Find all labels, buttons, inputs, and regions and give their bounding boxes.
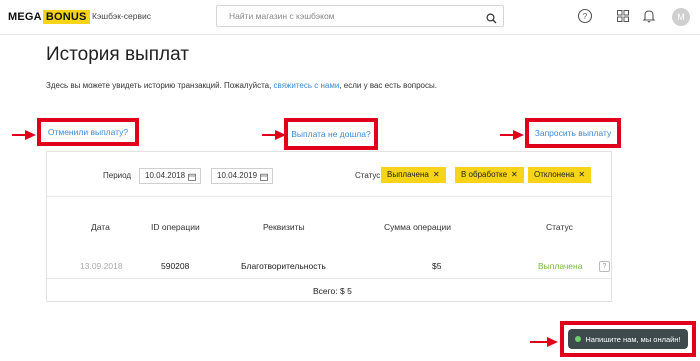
red-arrow-icon [12,127,36,145]
help-circle-icon[interactable]: ? [577,8,593,24]
status-chip-processing[interactable]: В обработке ✕ [455,167,524,183]
intro-text: Здесь вы можете увидеть историю транзакц… [46,81,437,90]
filters-bar: Период 10.04.2018 10.04.2019 Статус Выпл… [47,152,611,197]
online-chat-button[interactable]: Напишите нам, мы онлайн! [568,329,688,349]
calendar-icon[interactable] [260,172,268,186]
red-arrow-icon [500,127,524,145]
total-amount: Всего: $ 5 [313,286,352,296]
date-from-value: 10.04.2018 [145,171,186,180]
red-arrow-icon [530,334,558,352]
remove-chip-icon[interactable]: ✕ [578,170,585,179]
remove-chip-icon[interactable]: ✕ [511,170,518,179]
grid-icon[interactable] [615,8,631,24]
column-header-details: Реквизиты [263,222,305,232]
row-details: Благотворительность [241,261,326,271]
row-date: 13.09.2018 [80,261,123,271]
svg-text:?: ? [583,12,588,21]
column-header-amount: Сумма операции [384,222,451,232]
request-payout-highlight: Запросить выплату [525,118,621,148]
cancel-payout-highlight: Отменили выплату? [37,118,139,146]
row-status: Выплачена [538,261,583,271]
payout-history-panel: Период 10.04.2018 10.04.2019 Статус Выпл… [46,151,612,302]
intro-text-after: , если у вас есть вопросы. [339,81,437,90]
chat-button-label: Напишите нам, мы онлайн! [585,334,681,344]
remove-chip-icon[interactable]: ✕ [433,170,440,179]
date-from-input[interactable]: 10.04.2018 [139,168,201,184]
search-icon[interactable] [486,11,497,29]
bell-icon[interactable] [641,8,657,24]
logo-subtitle: Кэшбэк-сервис [92,11,151,21]
megabonus-logo[interactable]: MEGA BONUS [8,9,90,24]
logo-bonus-text: BONUS [42,9,90,24]
top-header: MEGA BONUS Кэшбэк-сервис ? M [0,0,700,35]
question-icon[interactable]: ? [599,261,610,272]
total-row: Всего: $ 5 [47,278,611,303]
logo-mega-text: MEGA [8,10,42,23]
status-chip-label: В обработке [461,170,508,179]
period-label: Период [103,171,132,180]
chat-highlight: Напишите нам, мы онлайн! [560,321,696,357]
payout-not-received-link[interactable]: Выплата не дошла? [291,129,370,139]
column-header-date: Дата [91,222,110,232]
red-arrow-icon [262,127,286,145]
intro-text-before: Здесь вы можете увидеть историю транзакц… [46,81,274,90]
date-to-value: 10.04.2019 [217,171,258,180]
payout-not-received-highlight: Выплата не дошла? [284,118,378,150]
column-header-status: Статус [546,222,573,232]
status-label: Статус [355,171,381,180]
contact-us-link[interactable]: свяжитесь с нами [274,81,340,90]
status-chip-rejected[interactable]: Отклонена ✕ [528,167,592,183]
page-title: История выплат [46,44,189,65]
status-chip-label: Выплачена [387,170,429,179]
request-payout-link[interactable]: Запросить выплату [535,128,612,138]
online-status-icon [575,336,582,342]
search-input[interactable] [227,6,481,26]
calendar-icon[interactable] [188,172,196,186]
date-to-input[interactable]: 10.04.2019 [211,168,273,184]
status-chip-label: Отклонена [534,170,575,179]
row-operation-id: 590208 [161,261,190,271]
store-search[interactable] [216,5,504,27]
cancel-payout-link[interactable]: Отменили выплату? [48,127,128,137]
column-header-operation-id: ID операции [151,222,200,232]
status-chip-paid[interactable]: Выплачена ✕ [381,167,446,183]
user-avatar[interactable]: M [672,8,690,26]
row-amount: $5 [432,261,442,271]
